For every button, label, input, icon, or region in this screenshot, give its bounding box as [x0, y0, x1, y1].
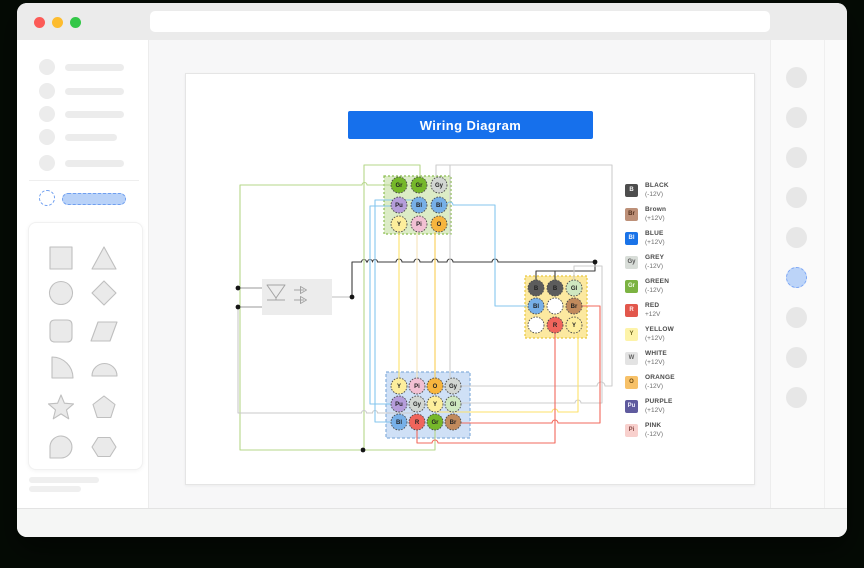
junction-dot [361, 448, 366, 453]
pin-label: R [553, 323, 558, 329]
pin-label: Gy [449, 384, 458, 390]
legend-swatch: Bl [625, 232, 638, 245]
legend-swatch: Br [625, 208, 638, 221]
pin-label: Br [571, 304, 578, 310]
zoom-button[interactable] [70, 17, 81, 28]
pin-label: Pi [416, 222, 422, 228]
traffic-lights [34, 17, 88, 29]
legend-name: PINK [645, 422, 663, 430]
pin-label: O [437, 222, 442, 228]
legend-item[interactable]: Y YELLOW(+12V) [625, 322, 675, 346]
legend-voltage: (-12V) [645, 287, 669, 295]
legend-voltage: (-12V) [645, 431, 663, 439]
legend-voltage: (-12V) [645, 191, 669, 199]
pin-label: B [553, 286, 558, 292]
legend-item[interactable]: B BLACK(-12V) [625, 178, 675, 202]
pin-label: Gr [415, 183, 423, 189]
wire[interactable] [447, 202, 527, 306]
pin-label: Gr [395, 183, 403, 189]
legend-item[interactable]: Pi PINK(-12V) [625, 418, 675, 442]
legend-name: WHITE [645, 350, 667, 358]
pin-blank[interactable] [528, 317, 544, 333]
selected-tool-pill[interactable] [62, 193, 126, 205]
pin-label: Y [572, 323, 576, 329]
pin-label: Gl [450, 402, 457, 408]
pin-label: Pu [395, 402, 403, 408]
legend-item[interactable]: Pu PURPLE(+12V) [625, 394, 675, 418]
legend-voltage: (+12V) [645, 335, 674, 343]
pin-label: Gr [431, 420, 439, 426]
pin-label: Bl [396, 420, 402, 426]
junction-dot [350, 295, 355, 300]
legend-voltage: (+12V) [645, 407, 673, 415]
status-bar [17, 508, 847, 537]
pin-label: O [433, 384, 438, 390]
legend-voltage: (+12V) [645, 215, 666, 223]
pin-label: Y [397, 222, 401, 228]
legend-name: BLUE [645, 230, 665, 238]
legend-swatch: O [625, 376, 638, 389]
shape-palette-card [28, 222, 143, 470]
pin-label: B [534, 286, 539, 292]
window-titlebar [17, 3, 847, 41]
pin-label: Gy [413, 402, 422, 408]
legend-item[interactable]: W WHITE(+12V) [625, 346, 675, 370]
pin-label: R [415, 420, 420, 426]
legend-item[interactable]: Gr GREEN(-12V) [625, 274, 675, 298]
pin-label: Y [433, 402, 437, 408]
legend-name: RED [645, 302, 660, 310]
minimize-button[interactable] [52, 17, 63, 28]
legend-swatch: R [625, 304, 638, 317]
pin-blank[interactable] [547, 298, 563, 314]
pin-label: Pi [414, 384, 420, 390]
close-button[interactable] [34, 17, 45, 28]
wire[interactable] [240, 183, 392, 451]
legend-swatch: Y [625, 328, 638, 341]
legend-swatch: B [625, 184, 638, 197]
legend-voltage: (+12V) [645, 359, 667, 367]
legend-name: GREY [645, 254, 664, 262]
legend-item[interactable]: R RED+12V [625, 298, 675, 322]
legend-voltage: (+12V) [645, 239, 665, 247]
url-bar[interactable] [150, 11, 770, 32]
legend-swatch: Pu [625, 400, 638, 413]
pin-label: Bl [416, 203, 422, 209]
legend-name: YELLOW [645, 326, 674, 334]
legend-item[interactable]: Gy GREY(-12V) [625, 250, 675, 274]
legend-swatch: Gr [625, 280, 638, 293]
legend-name: GREEN [645, 278, 669, 286]
right-panel-divider [824, 40, 825, 508]
legend-voltage: (-12V) [645, 383, 675, 391]
legend-item[interactable]: Bl BLUE(+12V) [625, 226, 675, 250]
legend-item[interactable]: Br Brown(+12V) [625, 202, 675, 226]
app-window: GrGrGyPuBlBlYPiOBBGlBlBrRYYPiOGyPuGyYGlB… [17, 3, 847, 537]
pin-label: Gl [571, 286, 578, 292]
junction-dot [236, 305, 241, 310]
right-panel [770, 40, 847, 508]
legend-voltage: (-12V) [645, 263, 664, 271]
legend-name: Brown [645, 206, 666, 214]
legend-name: ORANGE [645, 374, 675, 382]
junction-dot [593, 260, 598, 265]
legend-swatch: Pi [625, 424, 638, 437]
pin-label: Pu [395, 203, 403, 209]
pin-label: Bl [436, 203, 442, 209]
wire-color-legend: BBLACK(-12V)BrBrown(+12V)BlBLUE(+12V)GyG… [625, 178, 675, 442]
legend-swatch: W [625, 352, 638, 365]
legend-swatch: Gy [625, 256, 638, 269]
pin-label: Gy [435, 183, 444, 189]
legend-item[interactable]: O ORANGE(-12V) [625, 370, 675, 394]
sidebar-divider [29, 180, 139, 181]
pin-label: Br [450, 420, 457, 426]
legend-voltage: +12V [645, 311, 660, 319]
legend-name: BLACK [645, 182, 669, 190]
selected-tool-ring[interactable] [39, 190, 55, 206]
junction-dot [236, 286, 241, 291]
pin-label: Bl [533, 304, 539, 310]
opto-device-box[interactable] [262, 279, 332, 315]
pin-label: Y [397, 384, 401, 390]
legend-name: PURPLE [645, 398, 673, 406]
diagram-title-banner[interactable]: Wiring Diagram [348, 111, 593, 139]
